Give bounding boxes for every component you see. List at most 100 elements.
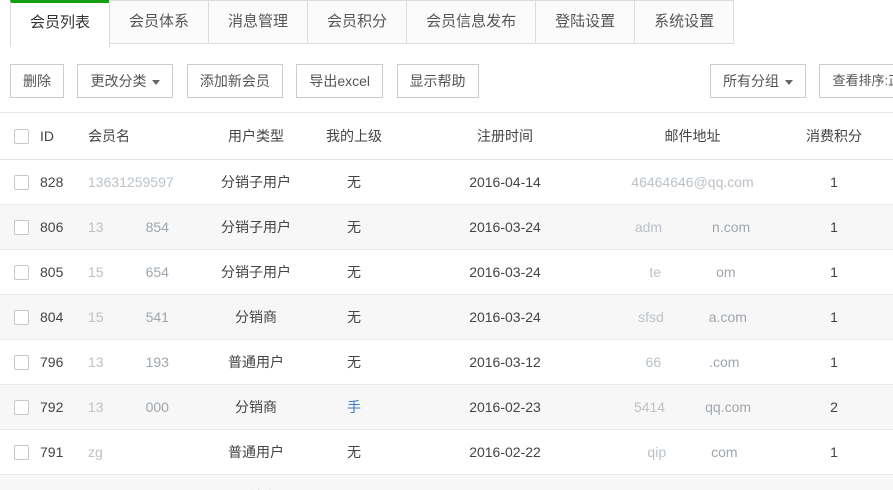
email-address: qipcom [610,430,775,475]
member-name-end: 541 [146,309,169,325]
header-regtime: 注册时间 [400,113,610,160]
all-groups-label: 所有分组 [723,73,779,89]
tab-item[interactable]: 消息管理 [208,0,308,44]
row-checkbox[interactable] [14,400,29,415]
redaction-gap [104,231,146,232]
email-address: 46464646@qq.com [610,160,775,205]
select-all-checkbox[interactable] [14,129,29,144]
email-address: sfsd a.com [610,295,775,340]
register-time: 2016-03-24 [400,205,610,250]
member-name-start: 13 [88,354,104,370]
row-checkbox[interactable] [14,265,29,280]
member-name: zg [84,430,204,475]
delete-button[interactable]: 删除 [10,64,64,98]
member-id: 796 [36,340,84,385]
user-type: 分销商 [204,295,308,340]
superior-value: 无 [347,309,361,325]
tab-label: 系统设置 [654,13,714,30]
member-name-start: zg [88,444,103,460]
member-name-start: 13 [88,399,104,415]
member-name: 13193 [84,340,204,385]
tab-label: 登陆设置 [555,13,615,30]
email-address: 123@123.cc [610,475,775,490]
email-address: te om [610,250,775,295]
row-checkbox[interactable] [14,310,29,325]
redaction-gap [665,411,705,412]
member-name: 15654 [84,250,204,295]
register-time: 2016-02-23 [400,385,610,430]
member-id: 804 [36,295,84,340]
tab-label: 会员信息发布 [426,13,516,30]
member-id: 785 [36,475,84,490]
superior-value: 无 [347,354,361,370]
superior-value: 无 [347,174,361,190]
member-name: 13854 [84,205,204,250]
tab-label: 会员积分 [327,13,387,30]
tab-item[interactable]: 登陆设置 [535,0,635,44]
export-excel-button[interactable]: 导出excel [296,64,383,98]
table-header-row: ID 会员名 用户类型 我的上级 注册时间 邮件地址 消费积分 [0,113,893,160]
user-type: 普通用户 [204,340,308,385]
add-member-button[interactable]: 添加新会员 [187,64,283,98]
member-name: 15 541 [84,295,204,340]
table-row: 796 13193 普通用户 无 2016-03-12 66.com 1 [0,340,893,385]
superior-value[interactable]: 手 [347,399,361,415]
member-name-end: 000 [146,399,169,415]
tab-item[interactable]: 会员积分 [307,0,407,44]
email-end: om [716,264,735,280]
email-end: qq.com [705,399,751,415]
member-id: 792 [36,385,84,430]
row-checkbox[interactable] [14,445,29,460]
change-category-dropdown[interactable]: 更改分类 [77,64,173,98]
points: 1 [775,430,893,475]
member-name-start: 15 [88,309,104,325]
redaction-gap [661,366,709,367]
user-type: 分销子用户 [204,160,308,205]
points: 1 [775,160,893,205]
table-row: 804 15541 分销商 无 2016-03-24 sfsda.com 1 [0,295,893,340]
superior-value: 无 [347,219,361,235]
user-type: 分销子用户 [204,205,308,250]
tab-label: 会员体系 [129,13,189,30]
member-name-start: 15 [88,264,104,280]
row-checkbox[interactable] [14,220,29,235]
email-end: n.com [712,219,750,235]
tab-item[interactable]: 会员体系 [109,0,209,44]
points: 2 [775,385,893,430]
email-start: sfsd [638,309,664,325]
redaction-gap [104,411,146,412]
show-help-button[interactable]: 显示帮助 [397,64,479,98]
table-row: 806 13854 分销子用户 无 2016-03-24 admn.com 1 [0,205,893,250]
tab-item[interactable]: 会员信息发布 [406,0,536,44]
redaction-gap [104,366,146,367]
row-checkbox[interactable] [14,175,29,190]
table-row: 792 13000 分销商 手 2016-02-23 5414qq.com 2 [0,385,893,430]
redaction-gap [664,321,709,322]
register-time: 2016-02-01 [400,475,610,490]
tab-item[interactable]: 系统设置 [634,0,734,44]
header-email: 邮件地址 [610,113,775,160]
register-time: 2016-04-14 [400,160,610,205]
member-id: 791 [36,430,84,475]
tab-bar: 会员列表 会员体系 消息管理 会员积分 会员信息发布 登陆设置 系统设置 [0,0,893,50]
redaction-gap [104,321,146,322]
member-name-start: 13 [88,219,104,235]
tab-label: 消息管理 [228,13,288,30]
superior-value: 无 [347,444,361,460]
sort-order-button[interactable]: 查看排序:正常排序 [819,64,893,98]
user-type: 分销商 [204,385,308,430]
tab-item[interactable]: 会员列表 [10,0,110,47]
email-start: 46464646@qq.com [631,174,753,190]
email-end: a.com [709,309,747,325]
row-checkbox[interactable] [14,355,29,370]
all-groups-dropdown[interactable]: 所有分组 [710,64,806,98]
email-start: te [649,264,661,280]
chevron-down-icon [785,80,793,85]
header-name: 会员名 [84,113,204,160]
member-id: 828 [36,160,84,205]
header-type: 用户类型 [204,113,308,160]
points: 1 [775,250,893,295]
table-row: 805 15654 分销子用户 无 2016-03-24 teom 1 [0,250,893,295]
register-time: 2016-02-22 [400,430,610,475]
email-end: com [711,444,737,460]
